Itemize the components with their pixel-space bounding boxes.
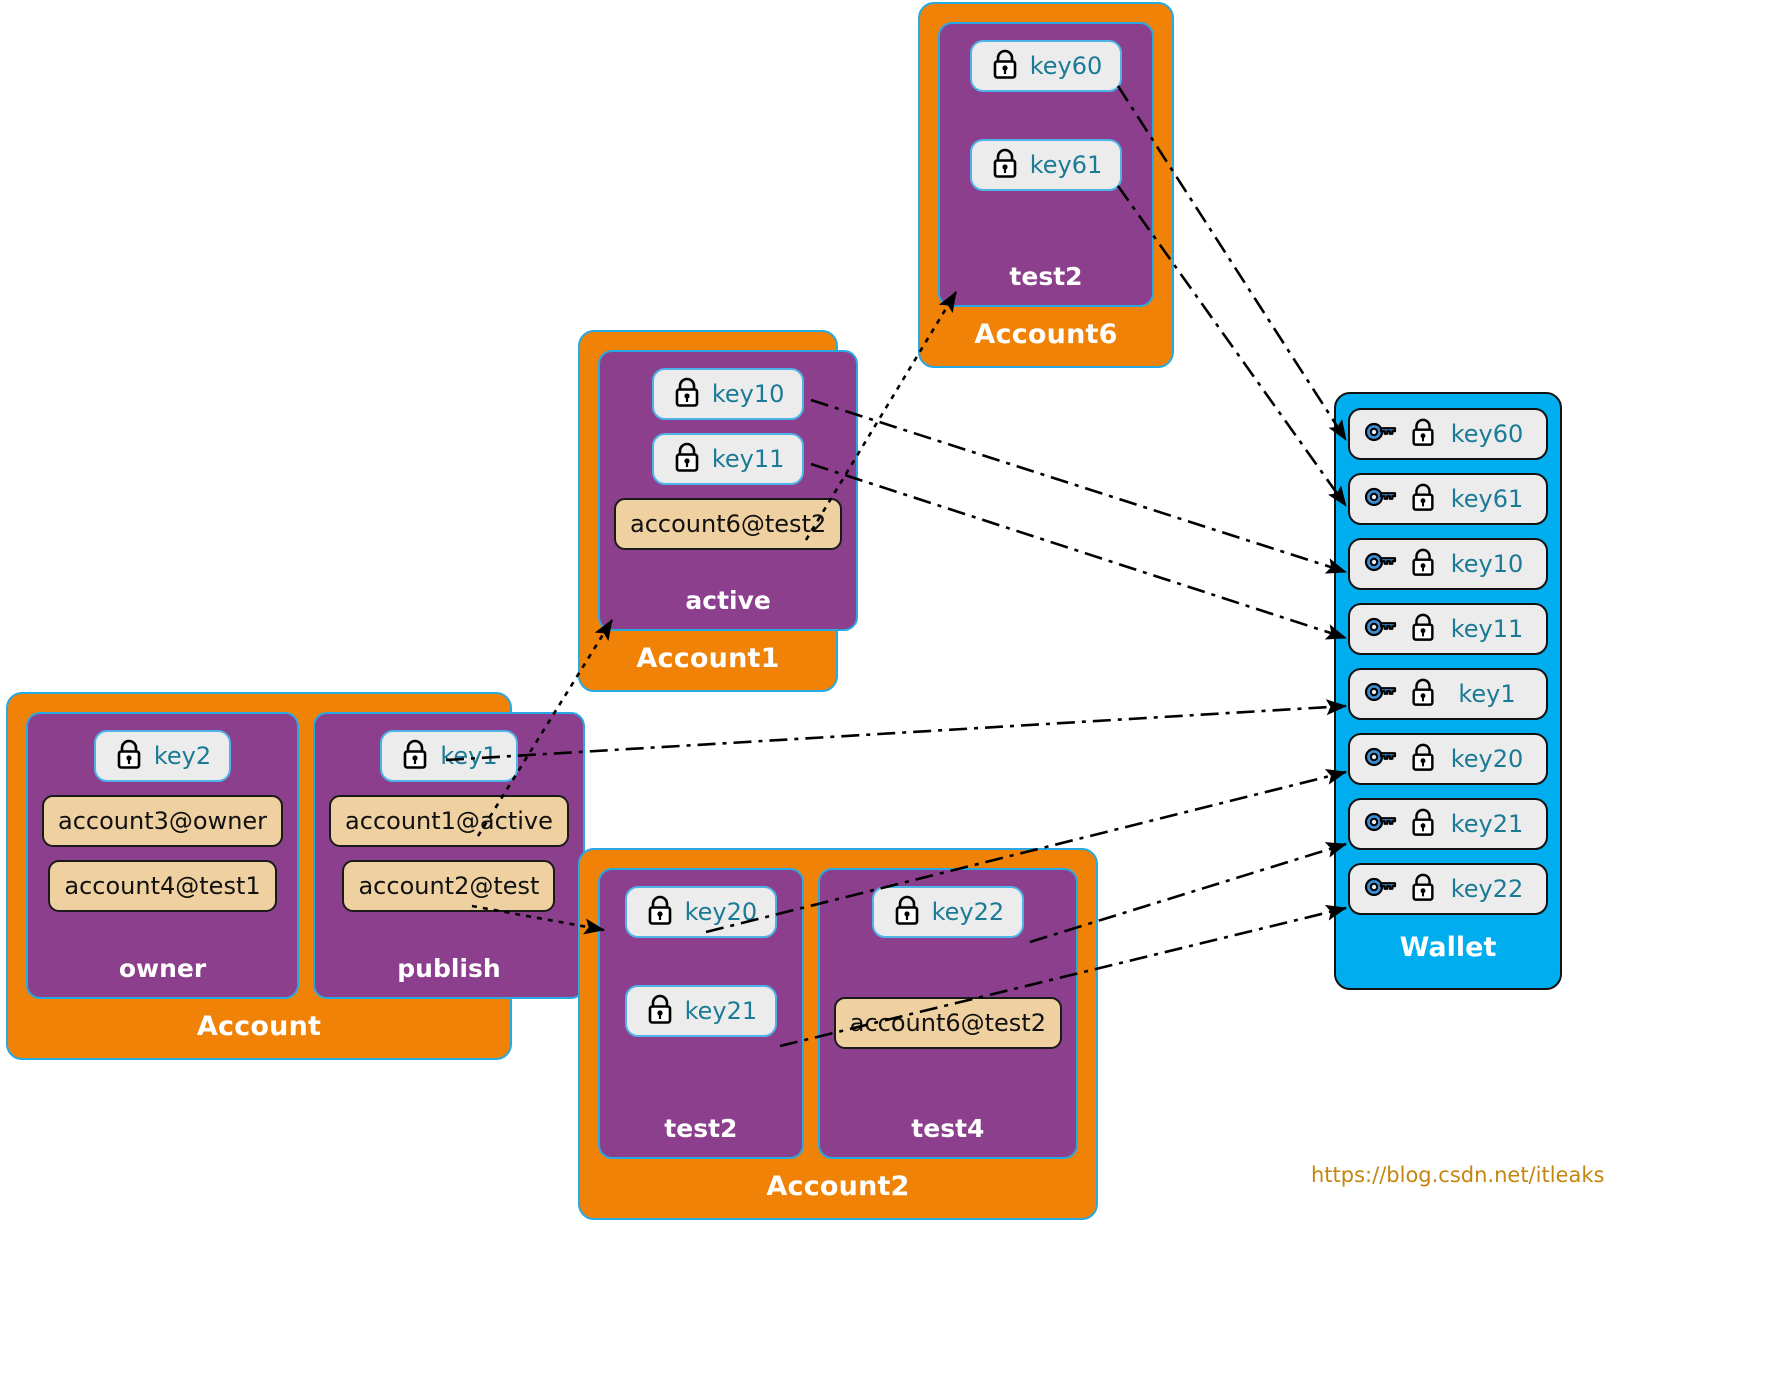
wallet-item[interactable]: key1 [1348, 668, 1548, 720]
group-account1-body: key10 key11 account6@test2 active [580, 332, 859, 631]
permission-label: test2 [1009, 262, 1083, 291]
watermark-url: https://blog.csdn.net/itleaks [1311, 1163, 1605, 1187]
key-chip-key61[interactable]: key61 [969, 139, 1123, 191]
lock-icon [1409, 612, 1437, 646]
key-chip-key11[interactable]: key11 [651, 433, 805, 485]
permission-label: owner [118, 954, 207, 983]
key-icon [1364, 811, 1398, 837]
wallet-panel[interactable]: key60 key61 key10 key11 key1 key20 key21… [1334, 392, 1562, 990]
permission-account6-test2[interactable]: key60 key61 test2 [938, 22, 1154, 307]
account-chip[interactable]: account1@active [329, 795, 569, 847]
key-name: key2 [153, 742, 212, 770]
group-label: Account1 [636, 643, 780, 674]
group-account-body: key2 account3@owner account4@test1 owner [8, 694, 585, 999]
permission-label: active [685, 586, 771, 615]
key-icon [1364, 746, 1398, 772]
lock-icon [400, 738, 430, 774]
lock-icon [1409, 872, 1437, 906]
key-name: key10 [711, 380, 785, 408]
key-icon [1364, 421, 1398, 447]
group-label: Account [196, 1011, 322, 1042]
key-icon [1364, 551, 1398, 577]
lock-icon [114, 738, 144, 774]
key-chip-key10[interactable]: key10 [651, 368, 805, 420]
group-account6[interactable]: key60 key61 test2 Account6 [918, 2, 1174, 368]
permission-label: test2 [664, 1114, 738, 1143]
key-name: key22 [931, 898, 1005, 926]
account-chip[interactable]: account6@test2 [833, 997, 1062, 1049]
wallet-key-name: key21 [1450, 810, 1524, 838]
edge-key10-to-wallet [810, 398, 1347, 574]
wallet-key-name: key22 [1450, 875, 1524, 903]
group-account2[interactable]: key20 key21 test2 key22 account6@test2 t… [578, 848, 1098, 1220]
wallet-item[interactable]: key60 [1348, 408, 1548, 460]
account-chip[interactable]: account6@test2 [614, 498, 843, 550]
wallet-key-name: key1 [1458, 680, 1516, 708]
account-chip[interactable]: account4@test1 [48, 860, 277, 912]
lock-icon [1409, 677, 1437, 711]
group-account1[interactable]: key10 key11 account6@test2 active Accoun… [578, 330, 859, 692]
wallet-key-name: key61 [1450, 485, 1524, 513]
lock-icon [672, 376, 702, 412]
key-chip-key21[interactable]: key21 [624, 985, 778, 1037]
key-name: key21 [684, 997, 758, 1025]
wallet-key-name: key11 [1450, 615, 1524, 643]
wallet-item[interactable]: key10 [1348, 538, 1548, 590]
wallet-item[interactable]: key61 [1348, 473, 1548, 525]
wallet-key-name: key20 [1450, 745, 1524, 773]
key-name: key60 [1029, 52, 1103, 80]
key-name: key11 [711, 445, 785, 473]
group-account6-body: key60 key61 test2 [920, 4, 1172, 307]
key-name: key61 [1029, 151, 1103, 179]
group-label: Account2 [766, 1171, 910, 1202]
key-chip-key1[interactable]: key1 [380, 730, 518, 782]
key-icon [1364, 616, 1398, 642]
lock-icon [1409, 547, 1437, 581]
edge-key11-to-wallet [810, 462, 1347, 640]
wallet-item[interactable]: key22 [1348, 863, 1548, 915]
wallet-item[interactable]: key11 [1348, 603, 1548, 655]
key-name: key20 [684, 898, 758, 926]
key-chip-key60[interactable]: key60 [969, 40, 1123, 92]
permission-account2-test2[interactable]: key20 key21 test2 [598, 868, 804, 1159]
wallet-key-name: key60 [1450, 420, 1524, 448]
permission-account2-test4[interactable]: key22 account6@test2 test4 [817, 868, 1078, 1159]
permission-publish[interactable]: key1 account1@active account2@test publi… [313, 712, 585, 999]
wallet-key-name: key10 [1450, 550, 1524, 578]
lock-icon [990, 48, 1020, 84]
lock-icon [645, 993, 675, 1029]
account-chip[interactable]: account3@owner [42, 795, 284, 847]
diagram-canvas: key2 account3@owner account4@test1 owner [0, 0, 1770, 1378]
permission-active[interactable]: key10 key11 account6@test2 active [598, 350, 859, 631]
permission-label: test4 [911, 1114, 985, 1143]
permission-owner[interactable]: key2 account3@owner account4@test1 owner [26, 712, 300, 999]
group-account[interactable]: key2 account3@owner account4@test1 owner [6, 692, 585, 1060]
lock-icon [672, 441, 702, 477]
group-account2-body: key20 key21 test2 key22 account6@test2 t… [580, 850, 1096, 1159]
group-label: Account6 [974, 319, 1118, 350]
wallet-item[interactable]: key21 [1348, 798, 1548, 850]
key-icon [1364, 681, 1398, 707]
key-icon [1364, 486, 1398, 512]
permission-label: publish [397, 954, 501, 983]
lock-icon [1409, 807, 1437, 841]
lock-icon [1409, 742, 1437, 776]
lock-icon [990, 147, 1020, 183]
lock-icon [892, 894, 922, 930]
account-chip[interactable]: account2@test [342, 860, 556, 912]
wallet-item[interactable]: key20 [1348, 733, 1548, 785]
key-chip-key2[interactable]: key2 [93, 730, 232, 782]
lock-icon [1409, 417, 1437, 451]
lock-icon [1409, 482, 1437, 516]
key-name: key1 [440, 742, 498, 770]
key-chip-key20[interactable]: key20 [624, 886, 778, 938]
key-chip-key22[interactable]: key22 [871, 886, 1025, 938]
key-icon [1364, 876, 1398, 902]
wallet-label: Wallet [1399, 932, 1497, 963]
lock-icon [645, 894, 675, 930]
